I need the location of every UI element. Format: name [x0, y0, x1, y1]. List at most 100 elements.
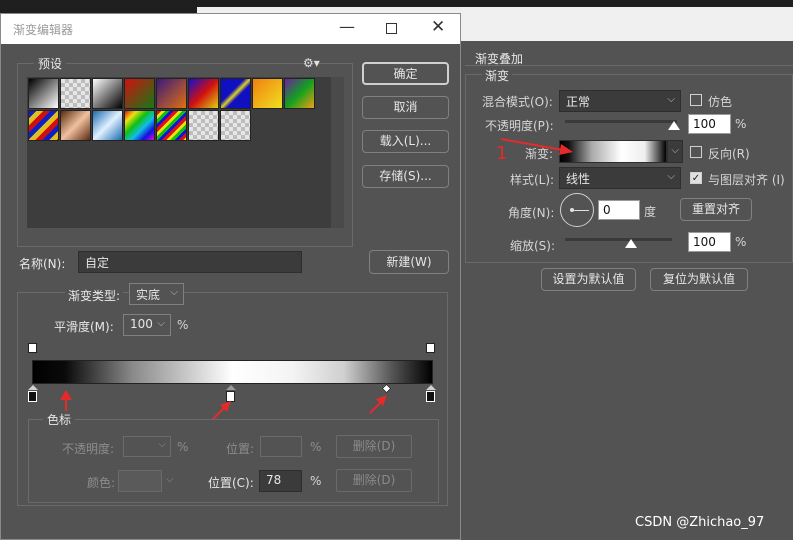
percent-unit: %	[177, 318, 189, 332]
preset-swatch[interactable]	[156, 110, 187, 141]
scale-label: 缩放(S):	[510, 239, 556, 253]
opacity-input[interactable]: 100	[688, 114, 731, 134]
presets-grid	[27, 77, 344, 228]
scale-input[interactable]: 100	[688, 232, 731, 252]
ok-button[interactable]: 确定	[362, 62, 449, 85]
color-stops-title: 色标	[43, 411, 76, 428]
maximize-icon[interactable]	[386, 23, 397, 34]
reset-alignment-button[interactable]: 重置对齐	[680, 198, 752, 221]
percent-unit: %	[310, 474, 322, 488]
align-with-layer-label: 与图层对齐 (I)	[708, 173, 785, 187]
preset-swatch[interactable]	[156, 78, 187, 109]
dither-checkbox[interactable]	[690, 94, 702, 106]
reverse-label: 反向(R)	[708, 147, 750, 161]
chevron-down-icon: ⌵	[667, 94, 675, 105]
reset-default-button[interactable]: 复位为默认值	[650, 268, 748, 291]
window-title: 渐变编辑器	[13, 23, 74, 37]
opacity-label: 不透明度(P):	[485, 119, 554, 133]
gear-icon[interactable]: ⚙▾	[303, 56, 320, 70]
preset-swatch[interactable]	[220, 110, 251, 141]
opacity-stop-left[interactable]	[28, 343, 37, 353]
angle-dial[interactable]	[560, 193, 594, 227]
chevron-down-icon: ⌵	[671, 145, 679, 156]
gradient-group-title: 渐变	[482, 67, 513, 84]
preset-swatch[interactable]	[92, 110, 123, 141]
close-icon[interactable]: ✕	[431, 17, 445, 37]
preset-swatch[interactable]	[188, 110, 219, 141]
style-select[interactable]: 线性 ⌵	[559, 167, 681, 189]
dither-label: 仿色	[708, 95, 733, 109]
presets-scrollbar[interactable]	[331, 77, 344, 228]
opacity-slider[interactable]	[565, 120, 677, 123]
gradient-bar[interactable]	[32, 360, 433, 384]
name-label: 名称(N):	[19, 257, 66, 271]
chevron-down-icon: ⌵	[667, 171, 675, 182]
angle-dial-needle	[572, 210, 589, 211]
style-value: 线性	[566, 172, 591, 186]
smoothness-select[interactable]: 100 ⌵	[123, 314, 171, 336]
angle-dial-center	[570, 208, 574, 212]
color-stop-left[interactable]	[28, 391, 37, 402]
color-stop-marker	[226, 385, 236, 390]
angle-input[interactable]: 0	[598, 200, 640, 220]
stop-color-label: 颜色:	[87, 476, 116, 490]
smoothness-label: 平滑度(M):	[54, 320, 114, 334]
cancel-button[interactable]: 取消	[362, 96, 449, 119]
watermark: CSDN @Zhichao_97	[635, 515, 765, 530]
chevron-down-icon: ⌵	[166, 474, 174, 485]
color-stop-right[interactable]	[426, 391, 435, 402]
opacity-stop-right[interactable]	[426, 343, 435, 353]
color-stop-marker	[426, 385, 436, 390]
blend-mode-label: 混合模式(O):	[482, 95, 553, 109]
preset-swatch[interactable]	[284, 78, 315, 109]
gradient-picker-dropdown[interactable]: ⌵	[667, 140, 683, 163]
degree-unit: 度	[644, 205, 657, 219]
preset-swatch[interactable]	[28, 78, 59, 109]
annotation-arrow-3	[369, 395, 387, 414]
preset-swatch[interactable]	[124, 78, 155, 109]
color-stop-marker	[28, 385, 38, 390]
preset-swatch[interactable]	[252, 78, 283, 109]
preset-swatch[interactable]	[188, 78, 219, 109]
chevron-down-icon: ⌵	[170, 287, 178, 298]
divider	[465, 65, 793, 66]
percent-unit: %	[735, 235, 747, 249]
preset-swatch[interactable]	[124, 110, 155, 141]
stop-opacity-location-label: 位置:	[226, 442, 255, 456]
presets-label: 预设	[34, 55, 67, 72]
name-input[interactable]: 自定	[78, 251, 302, 273]
align-with-layer-checkbox[interactable]: ✓	[690, 172, 702, 184]
reverse-checkbox[interactable]	[690, 146, 702, 158]
preset-swatch[interactable]	[92, 78, 123, 109]
opacity-slider-thumb[interactable]	[668, 121, 680, 130]
percent-unit: %	[310, 440, 322, 454]
preset-swatch[interactable]	[60, 78, 91, 109]
save-button[interactable]: 存储(S)...	[362, 165, 449, 188]
gradient-editor-window: 渐变编辑器 — ✕ 预设 ⚙▾ 确定 取消 载入(L)... 存储(S)... …	[0, 13, 461, 540]
stop-opacity-input: ⌵	[123, 436, 171, 457]
blend-mode-select[interactable]: 正常 ⌵	[559, 90, 681, 112]
stop-opacity-location-input	[260, 436, 302, 457]
blend-mode-value: 正常	[566, 95, 591, 109]
style-label: 样式(L):	[510, 173, 555, 187]
preset-swatch[interactable]	[60, 110, 91, 141]
scale-slider[interactable]	[565, 238, 672, 241]
load-button[interactable]: 载入(L)...	[362, 130, 449, 153]
gradient-type-select[interactable]: 实底 ⌵	[129, 283, 184, 305]
stop-color-swatch	[118, 470, 162, 492]
chevron-down-icon: ⌵	[157, 318, 165, 329]
angle-label: 角度(N):	[508, 206, 555, 220]
new-button[interactable]: 新建(W)	[369, 250, 449, 274]
scale-slider-thumb[interactable]	[625, 239, 637, 248]
stop-color-location-input[interactable]: 78	[259, 470, 302, 492]
percent-unit: %	[735, 117, 747, 131]
preset-swatch[interactable]	[28, 110, 59, 141]
minimize-icon[interactable]: —	[339, 17, 355, 36]
percent-unit: %	[177, 440, 189, 454]
set-default-button[interactable]: 设置为默认值	[541, 268, 636, 291]
stop-opacity-label: 不透明度:	[62, 442, 115, 456]
preset-swatch[interactable]	[220, 78, 251, 109]
annotation-arrow-1	[500, 138, 573, 155]
delete-color-stop-button: 删除(D)	[336, 469, 412, 492]
gradient-editor-titlebar: 渐变编辑器 — ✕	[1, 14, 460, 44]
